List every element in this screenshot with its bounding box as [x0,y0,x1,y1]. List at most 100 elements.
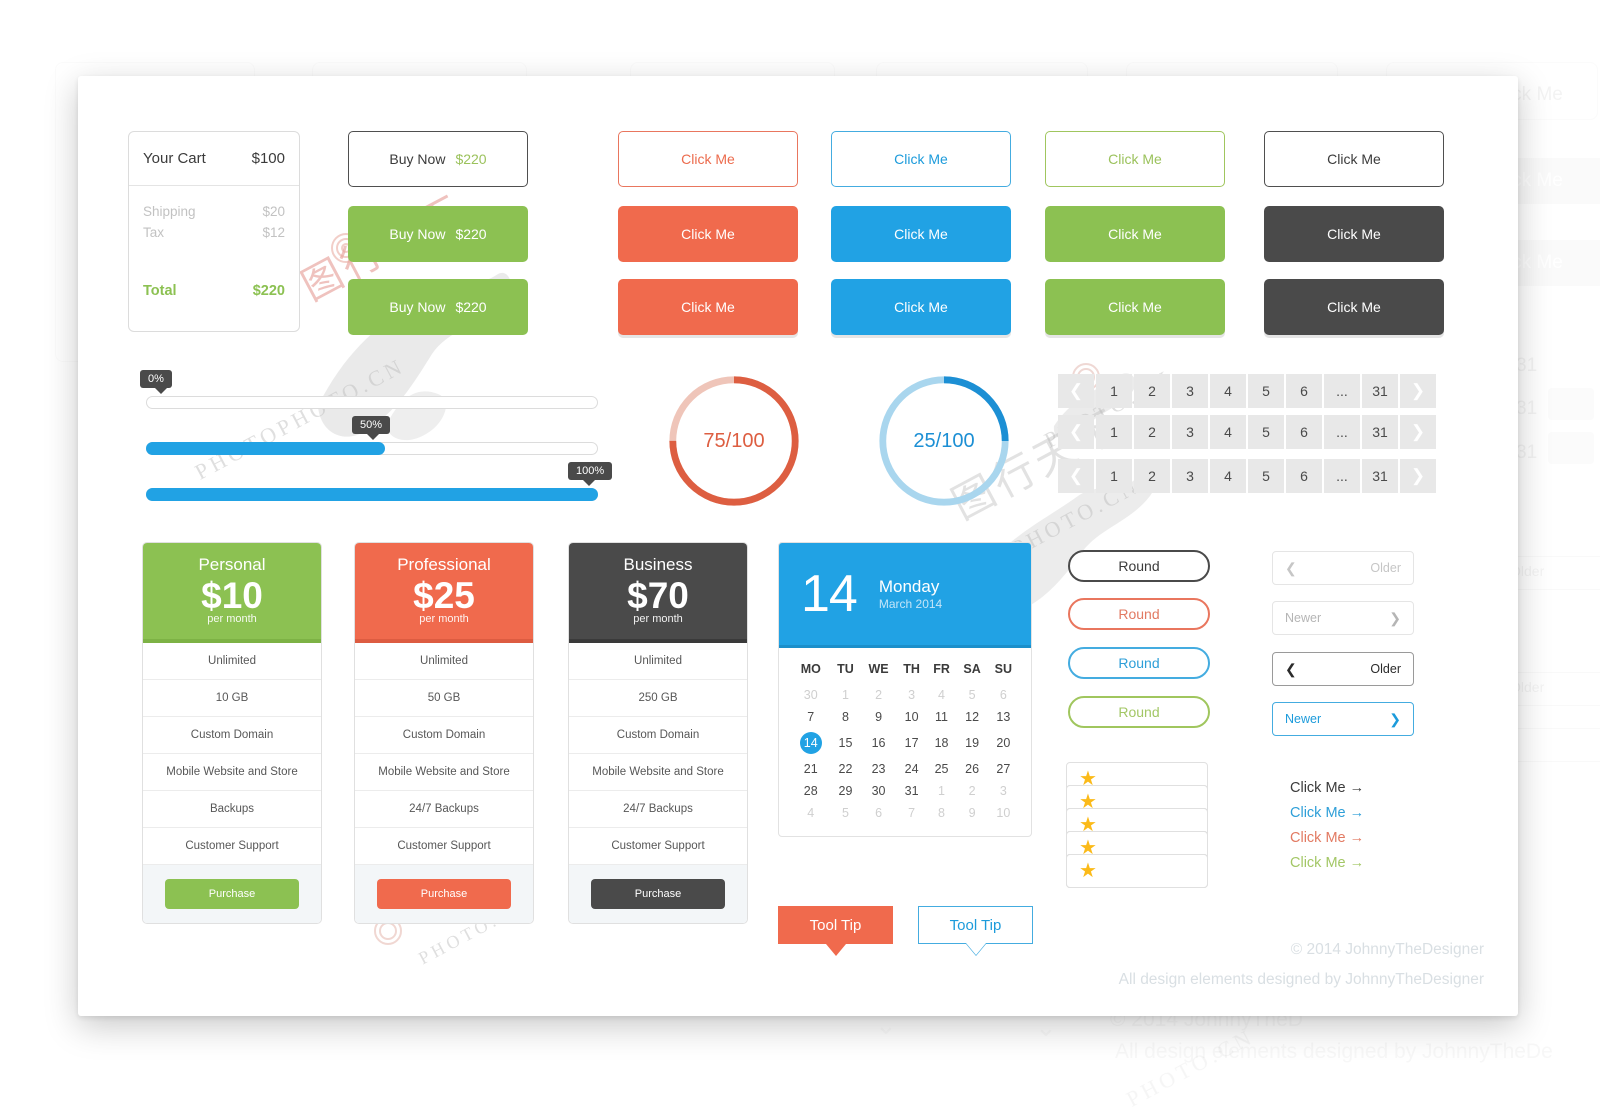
calendar-day[interactable]: 17 [897,728,927,758]
star-rating-row[interactable]: ★★★★★ [1066,808,1208,842]
pagination-prev-button[interactable]: ❮ [1058,415,1094,449]
buy-now-button-outline[interactable]: Buy Now $220 [348,131,528,187]
click-me-button-solid-green[interactable]: Click Me [1045,206,1225,262]
pagination-prev-button[interactable]: ❮ [1058,374,1094,408]
calendar-day-muted[interactable]: 6 [988,684,1019,706]
pagination-page-2[interactable]: 2 [1134,459,1170,493]
click-me-button-solid-dark[interactable]: Click Me [1264,279,1444,335]
pagination-next-button[interactable]: ❯ [1400,459,1436,493]
calendar-day[interactable]: 30 [860,780,896,802]
calendar-day[interactable]: 22 [831,758,861,780]
calendar-day[interactable]: 13 [988,706,1019,728]
click-me-button-outline-dark[interactable]: Click Me [1264,131,1444,187]
calendar-day-muted[interactable]: 6 [860,802,896,824]
pagination-page-6[interactable]: 6 [1286,415,1322,449]
pagination-page-1[interactable]: 1 [1096,415,1132,449]
calendar-day-muted[interactable]: 5 [957,684,988,706]
calendar-day-muted[interactable]: 1 [927,780,957,802]
calendar-day-muted[interactable]: 1 [831,684,861,706]
pagination-page-5[interactable]: 5 [1248,374,1284,408]
calendar-day-muted[interactable]: 8 [927,802,957,824]
calendar-day[interactable]: 25 [927,758,957,780]
slider-100-percent[interactable]: 100% [146,462,613,501]
pagination-page-31[interactable]: 31 [1362,374,1398,408]
arrow-link-green[interactable]: Click Me → [1290,855,1364,871]
pagination-page-6[interactable]: 6 [1286,459,1322,493]
round-button-blue[interactable]: Round [1068,647,1210,679]
calendar-day-muted[interactable]: 4 [791,802,831,824]
pagination-blue[interactable]: ❮ 1 2 3 4 5 6 ... 31 ❯ [1058,415,1438,449]
calendar-day-muted[interactable]: 3 [897,684,927,706]
calendar-day[interactable]: 15 [831,728,861,758]
pagination-page-31[interactable]: 31 [1362,459,1398,493]
calendar-day[interactable]: 9 [860,706,896,728]
click-me-button-solid-red[interactable]: Click Me [618,279,798,335]
calendar-day[interactable]: 10 [897,706,927,728]
calendar-day-muted[interactable]: 30 [791,684,831,706]
slider-50-percent[interactable]: 50% [146,416,598,455]
calendar-day-muted[interactable]: 7 [897,802,927,824]
calendar-day-muted[interactable]: 5 [831,802,861,824]
star-rating-row[interactable]: ★★★★★ [1066,785,1208,819]
star-rating-row[interactable]: ★★★★★ [1066,762,1208,796]
calendar-day[interactable]: 20 [988,728,1019,758]
nav-older-button-dark[interactable]: ❮ Older [1272,652,1414,686]
pagination-page-5[interactable]: 5 [1248,415,1284,449]
click-me-button-outline-green[interactable]: Click Me [1045,131,1225,187]
click-me-button-solid-red[interactable]: Click Me [618,206,798,262]
calendar-day[interactable]: 7 [791,706,831,728]
calendar-day-muted[interactable]: 9 [957,802,988,824]
click-me-button-solid-dark[interactable]: Click Me [1264,206,1444,262]
calendar-day[interactable]: 19 [957,728,988,758]
calendar-day[interactable]: 21 [791,758,831,780]
calendar-day[interactable]: 18 [927,728,957,758]
pagination-dark[interactable]: ❮ 1 2 3 4 5 6 ... 31 ❯ [1058,374,1438,408]
click-me-button-outline-blue[interactable]: Click Me [831,131,1011,187]
calendar-day[interactable]: 26 [957,758,988,780]
click-me-button-solid-blue[interactable]: Click Me [831,279,1011,335]
pagination-page-4[interactable]: 4 [1210,459,1246,493]
arrow-link-red[interactable]: Click Me → [1290,830,1364,846]
pagination-next-button[interactable]: ❯ [1400,415,1436,449]
click-me-button-solid-green[interactable]: Click Me [1045,279,1225,335]
pagination-page-1[interactable]: 1 [1096,374,1132,408]
arrow-link-blue[interactable]: Click Me → [1290,805,1364,821]
star-rating-group[interactable]: ★★★★★★★★★★★★★★★★★★★★★★★★★ [1066,762,1208,888]
click-me-button-outline-red[interactable]: Click Me [618,131,798,187]
slider-track[interactable] [146,488,599,501]
calendar-day-selected[interactable]: 14 [791,728,831,758]
star-icon[interactable]: ★ [1066,854,1208,888]
slider-track[interactable] [146,396,598,409]
calendar-day[interactable]: 24 [897,758,927,780]
buy-now-button-solid[interactable]: Buy Now $220 [348,279,528,335]
pagination-green[interactable]: ❮ 1 2 3 4 5 6 ... 31 ❯ [1058,459,1438,493]
calendar-day-muted[interactable]: 2 [860,684,896,706]
pagination-page-1[interactable]: 1 [1096,459,1132,493]
calendar-day[interactable]: 27 [988,758,1019,780]
calendar-day[interactable]: 28 [791,780,831,802]
pagination-next-button[interactable]: ❯ [1400,374,1436,408]
calendar-day-muted[interactable]: 4 [927,684,957,706]
calendar-day-muted[interactable]: 3 [988,780,1019,802]
pagination-page-3[interactable]: 3 [1172,415,1208,449]
buy-now-button-solid[interactable]: Buy Now $220 [348,206,528,262]
pagination-page-3[interactable]: 3 [1172,459,1208,493]
round-button-red[interactable]: Round [1068,598,1210,630]
nav-newer-button-blue[interactable]: Newer ❯ [1272,702,1414,736]
calendar-day[interactable]: 8 [831,706,861,728]
slider-track[interactable] [146,442,598,455]
click-me-button-solid-blue[interactable]: Click Me [831,206,1011,262]
calendar-day[interactable]: 31 [897,780,927,802]
calendar-day-muted[interactable]: 2 [957,780,988,802]
pagination-page-5[interactable]: 5 [1248,459,1284,493]
star-rating-row[interactable]: ★★★★★ [1066,831,1208,865]
calendar-day[interactable]: 16 [860,728,896,758]
pagination-page-3[interactable]: 3 [1172,374,1208,408]
arrow-link-dark[interactable]: Click Me → [1290,780,1364,796]
round-button-dark[interactable]: Round [1068,550,1210,582]
plan-purchase-button[interactable]: Purchase [591,878,725,909]
round-button-green[interactable]: Round [1068,696,1210,728]
calendar-day[interactable]: 11 [927,706,957,728]
pagination-page-2[interactable]: 2 [1134,374,1170,408]
calendar-day[interactable]: 12 [957,706,988,728]
